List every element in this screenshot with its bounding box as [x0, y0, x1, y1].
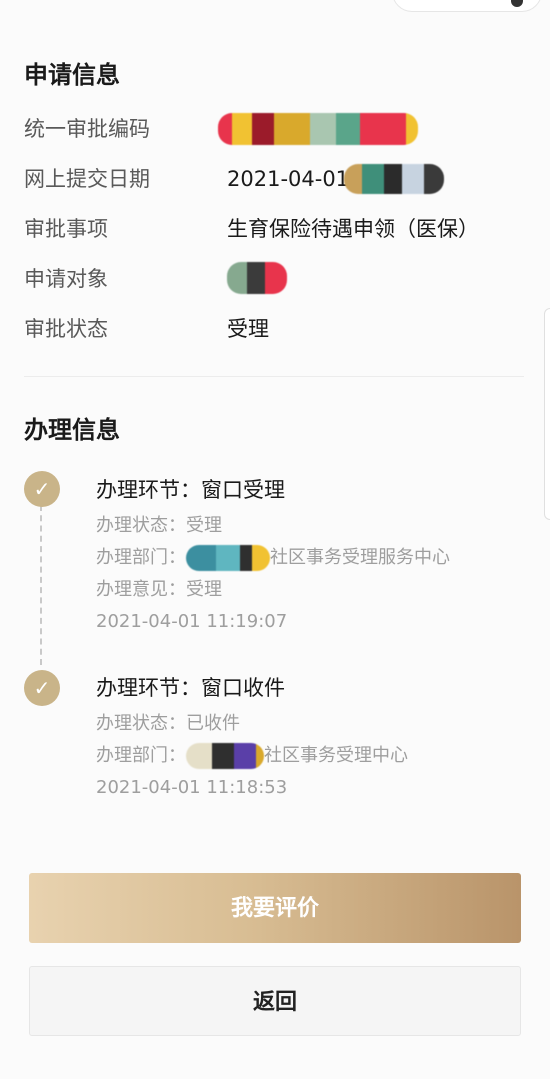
step-status: 办理状态：受理: [96, 515, 222, 536]
redacted-dept: [186, 545, 270, 571]
step-dept-prefix: 办理部门：: [96, 745, 186, 766]
redacted-dept: [186, 743, 264, 769]
info-label: 网上提交日期: [24, 167, 150, 191]
step-opinion: 办理意见：受理: [96, 579, 222, 600]
check-icon: ✓: [24, 471, 60, 507]
check-icon: ✓: [24, 670, 60, 706]
info-row-approval-item: 审批事项 生育保险待遇申领（医保）: [24, 212, 534, 246]
apply-info-title: 申请信息: [24, 61, 120, 89]
top-capsule-button[interactable]: [392, 0, 542, 12]
timeline-connector: [40, 505, 42, 665]
section-divider: [24, 376, 524, 377]
step-dept: 办理部门： 社区事务受理中心: [96, 743, 408, 769]
info-label: 申请对象: [24, 267, 108, 291]
info-row-approval-code: 统一审批编码: [24, 112, 534, 146]
back-button[interactable]: 返回: [29, 966, 521, 1036]
step-time: 2021-04-01 11:18:53: [96, 777, 288, 798]
process-info-title: 办理信息: [24, 416, 120, 444]
info-label: 审批事项: [24, 217, 108, 241]
step-dept-suffix: 社区事务受理服务中心: [270, 547, 450, 568]
step-time: 2021-04-01 11:19:07: [96, 611, 288, 632]
info-row-approval-status: 审批状态 受理: [24, 312, 534, 346]
redacted-submit-time: [344, 164, 444, 194]
info-label: 审批状态: [24, 317, 108, 341]
approval-status-value: 受理: [227, 317, 269, 341]
approval-item-value: 生育保险待遇申领（医保）: [227, 217, 479, 241]
step-title: 办理环节：窗口受理: [96, 478, 285, 502]
info-row-submit-date: 网上提交日期 2021-04-01: [24, 162, 534, 196]
submit-date-value: 2021-04-01: [227, 167, 350, 191]
redacted-approval-code: [218, 113, 418, 145]
menu-icon: [511, 0, 523, 7]
info-label: 统一审批编码: [24, 117, 150, 141]
step-dept: 办理部门： 社区事务受理服务中心: [96, 545, 450, 571]
step-dept-suffix: 社区事务受理中心: [264, 745, 408, 766]
side-edge-tab[interactable]: [544, 308, 550, 520]
step-title: 办理环节：窗口收件: [96, 676, 285, 700]
step-dept-prefix: 办理部门：: [96, 547, 186, 568]
rate-button[interactable]: 我要评价: [29, 873, 521, 943]
info-row-applicant: 申请对象: [24, 262, 534, 296]
step-status: 办理状态：已收件: [96, 713, 240, 734]
redacted-applicant: [227, 262, 287, 294]
